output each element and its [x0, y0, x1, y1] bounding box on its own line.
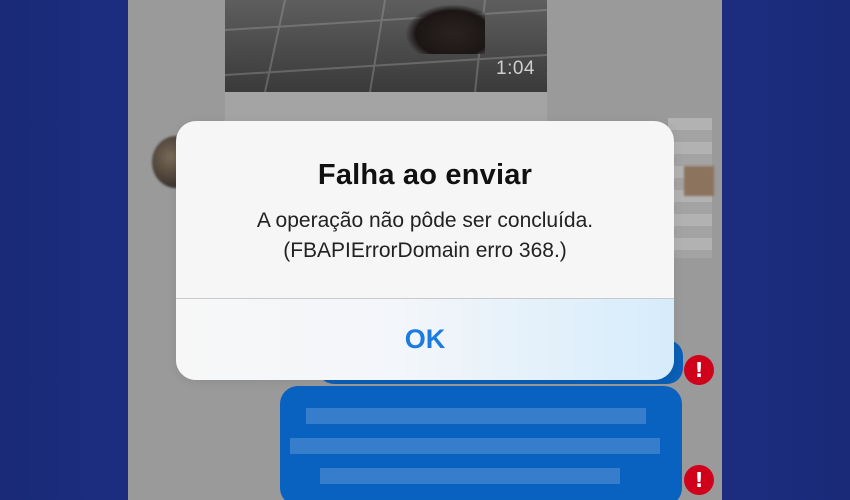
- blurred-caption: [225, 92, 547, 122]
- video-duration: 1:04: [496, 58, 535, 79]
- ok-button[interactable]: OK: [176, 299, 674, 380]
- alert-message-line: (FBAPIErrorDomain erro 368.): [283, 239, 567, 262]
- alert-body: Falha ao enviar A operação não pôde ser …: [176, 121, 674, 298]
- foot-image: [405, 4, 485, 54]
- alert-message-line: A operação não pôde ser concluída.: [256, 209, 594, 232]
- video-message-thumbnail[interactable]: 1:04: [225, 0, 547, 92]
- pixelated-text: [280, 386, 682, 500]
- alert-title: Falha ao enviar: [317, 159, 533, 191]
- sent-message-bubble-blurred[interactable]: [280, 386, 682, 500]
- pixelated-thumbnail: [684, 166, 714, 196]
- error-icon[interactable]: !: [684, 355, 714, 385]
- error-icon[interactable]: !: [684, 465, 714, 495]
- alert-message: A operação não pôde ser concluída. (FBAP…: [176, 206, 674, 266]
- alert-dialog: Falha ao enviar A operação não pôde ser …: [176, 121, 674, 380]
